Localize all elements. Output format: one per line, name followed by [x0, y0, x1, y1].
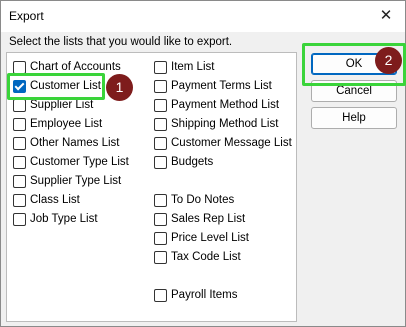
checkbox-box[interactable]: [13, 212, 26, 226]
checkbox-label: Customer Type List: [30, 156, 129, 168]
export-dialog: Export ✕ Select the lists that you would…: [0, 0, 406, 327]
highlight-box-customer-list: [7, 73, 105, 100]
checkbox-label: Sales Rep List: [171, 213, 246, 225]
checkbox-box[interactable]: [13, 193, 26, 207]
checkbox-label: Customer Message List: [171, 137, 292, 149]
step-badge-2: 2: [375, 47, 402, 74]
checkbox-other-names-list[interactable]: Other Names List: [13, 135, 119, 151]
checkbox-sales-rep-list[interactable]: Sales Rep List: [154, 211, 245, 227]
checkbox-label: Job Type List: [30, 213, 98, 225]
checkbox-label: Budgets: [171, 156, 214, 168]
checkbox-box[interactable]: [154, 193, 167, 207]
checkbox-customer-type-list[interactable]: Customer Type List: [13, 154, 129, 170]
help-button[interactable]: Help: [311, 107, 397, 129]
checkbox-label: Employee List: [30, 118, 103, 130]
instruction-text: Select the lists that you would like to …: [9, 36, 233, 48]
checkbox-shipping-method-list[interactable]: Shipping Method List: [154, 116, 278, 132]
checkbox-supplier-type-list[interactable]: Supplier Type List: [13, 173, 121, 189]
checkbox-job-type-list[interactable]: Job Type List: [13, 211, 98, 227]
checkbox-label: Item List: [171, 61, 215, 73]
checkbox-payment-terms-list[interactable]: Payment Terms List: [154, 78, 272, 94]
checkbox-tax-code-list[interactable]: Tax Code List: [154, 249, 241, 265]
checkbox-customer-message-list[interactable]: Customer Message List: [154, 135, 292, 151]
checkbox-label: Payroll Items: [171, 289, 238, 301]
checkbox-label: Price Level List: [171, 232, 249, 244]
checkbox-label: Payment Terms List: [171, 80, 272, 92]
checkbox-box[interactable]: [13, 117, 26, 131]
checkbox-label: Other Names List: [30, 137, 120, 149]
checkbox-payment-method-list[interactable]: Payment Method List: [154, 97, 279, 113]
checkbox-box[interactable]: [13, 174, 26, 188]
checkbox-payroll-items[interactable]: Payroll Items: [154, 287, 237, 303]
checkbox-box[interactable]: [154, 60, 167, 74]
checkbox-box[interactable]: [13, 155, 26, 169]
step-badge-1: 1: [106, 74, 133, 101]
checkbox-label: Supplier Type List: [30, 175, 122, 187]
checkbox-label: Chart of Accounts: [30, 61, 121, 73]
dialog-title: Export: [9, 9, 44, 23]
checkbox-class-list[interactable]: Class List: [13, 192, 80, 208]
checkbox-box[interactable]: [154, 136, 167, 150]
checkbox-label: To Do Notes: [171, 194, 235, 206]
checkbox-box[interactable]: [13, 60, 26, 74]
checkbox-box[interactable]: [154, 79, 167, 93]
checkbox-box[interactable]: [154, 212, 167, 226]
title-bar: Export ✕: [1, 1, 405, 32]
checkbox-label: Class List: [30, 194, 80, 206]
checkbox-label: Supplier List: [30, 99, 94, 111]
checkbox-label: Payment Method List: [171, 99, 280, 111]
checkbox-item-list[interactable]: Item List: [154, 59, 214, 75]
checkbox-box[interactable]: [154, 231, 167, 245]
checkbox-box[interactable]: [154, 117, 167, 131]
checkbox-box[interactable]: [154, 250, 167, 264]
checkbox-label: Tax Code List: [171, 251, 241, 263]
checkbox-box[interactable]: [154, 98, 167, 112]
checkbox-box[interactable]: [154, 288, 167, 302]
checkbox-box[interactable]: [13, 136, 26, 150]
checkbox-price-level-list[interactable]: Price Level List: [154, 230, 249, 246]
checkbox-box[interactable]: [154, 155, 167, 169]
close-icon[interactable]: ✕: [373, 4, 399, 28]
checkbox-to-do-notes[interactable]: To Do Notes: [154, 192, 234, 208]
checkbox-label: Shipping Method List: [171, 118, 279, 130]
checkbox-employee-list[interactable]: Employee List: [13, 116, 102, 132]
checkbox-box[interactable]: [13, 98, 26, 112]
checkbox-budgets[interactable]: Budgets: [154, 154, 213, 170]
